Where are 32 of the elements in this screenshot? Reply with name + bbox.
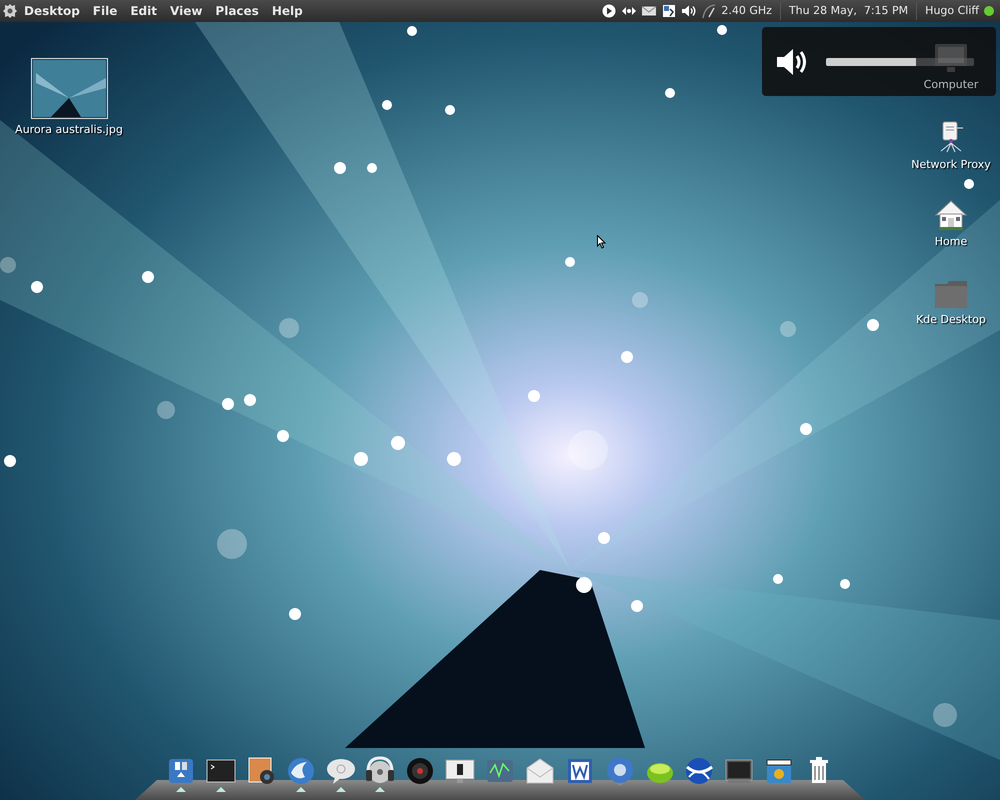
volume-icon[interactable] xyxy=(681,3,698,19)
icon-label[interactable]: Computer xyxy=(924,77,978,94)
gauge-icon[interactable] xyxy=(701,3,718,19)
house-icon[interactable] xyxy=(933,198,969,231)
glow-spot xyxy=(157,401,175,419)
cpu-frequency: 2.40 GHz xyxy=(721,2,772,19)
glow-spot xyxy=(933,703,957,727)
gear-icon[interactable] xyxy=(2,3,18,19)
clock[interactable]: Thu 28 May, 7:15 PM xyxy=(788,2,908,20)
app-menu[interactable]: Desktop xyxy=(24,2,80,20)
photo-thumbnail[interactable] xyxy=(30,58,108,119)
icon-label[interactable]: Aurora australis.jpg xyxy=(15,122,123,138)
menu-item[interactable]: Help xyxy=(272,2,303,20)
glow-spot xyxy=(780,321,796,337)
icon-label[interactable]: Network Proxy xyxy=(911,157,991,174)
menu-item[interactable]: Places xyxy=(215,2,259,20)
glow-spot xyxy=(632,292,648,308)
volume-slider[interactable] xyxy=(826,58,974,66)
mouse-pointer-icon xyxy=(597,235,606,249)
icon-label[interactable]: Kde Desktop xyxy=(916,312,986,328)
icon-label[interactable]: Home xyxy=(934,234,968,250)
update-icon[interactable] xyxy=(661,3,678,19)
menu-item[interactable]: Edit xyxy=(130,2,157,20)
glow-spot xyxy=(568,430,608,470)
user-name[interactable]: Hugo Cliff xyxy=(925,2,979,20)
globe-icon[interactable] xyxy=(683,755,716,787)
menu-item[interactable]: File xyxy=(92,2,118,20)
play-icon[interactable] xyxy=(601,3,618,19)
glow-spot xyxy=(0,257,16,273)
glow-spot xyxy=(279,318,299,338)
glow-spot xyxy=(217,529,247,559)
menu-item[interactable]: View xyxy=(170,2,202,20)
